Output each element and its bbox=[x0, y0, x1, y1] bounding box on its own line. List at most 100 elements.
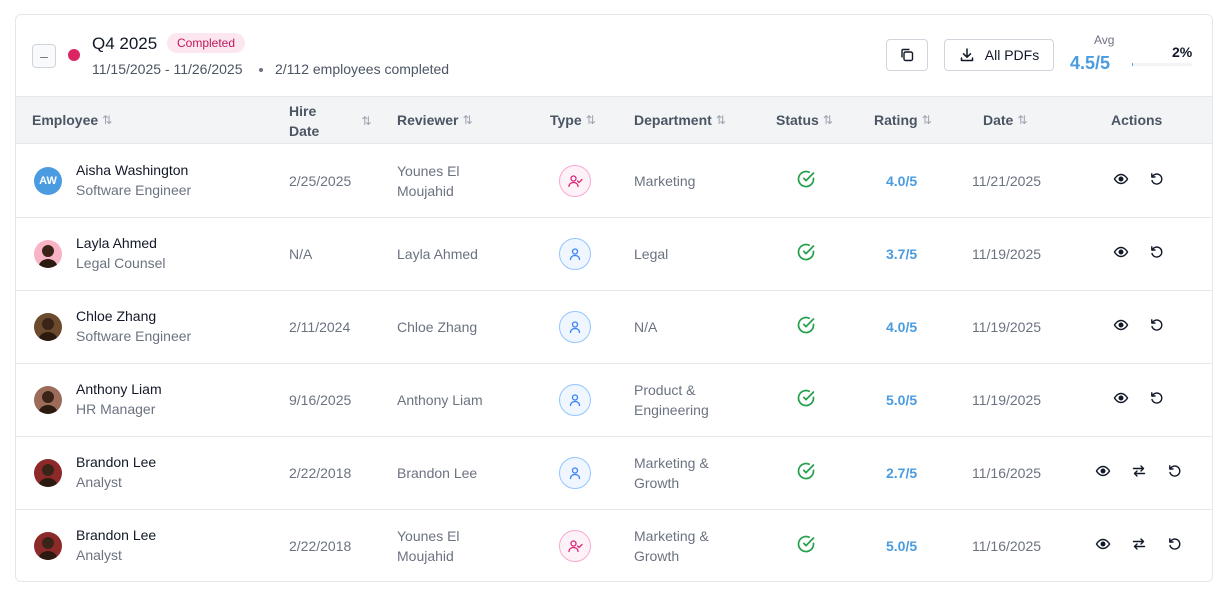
sort-icon: ⇅ bbox=[1017, 113, 1028, 127]
col-actions-header: Actions bbox=[1111, 112, 1162, 128]
rating-value: 2.7/5 bbox=[886, 465, 918, 481]
type-badge-self bbox=[559, 238, 591, 270]
reset-button[interactable] bbox=[1147, 317, 1167, 337]
type-badge-self bbox=[559, 457, 591, 489]
reset-icon bbox=[1149, 390, 1165, 411]
review-date: 11/19/2025 bbox=[972, 319, 1042, 335]
review-cycle-card: – Q4 2025 Completed 11/15/2025 - 11/26/2… bbox=[15, 14, 1213, 582]
completion-progress-fill bbox=[1132, 63, 1134, 66]
period-date-range: 11/15/2025 - 11/26/2025 bbox=[92, 61, 243, 77]
review-date: 11/16/2025 bbox=[972, 465, 1042, 481]
view-button[interactable] bbox=[1093, 536, 1113, 556]
user-check-icon bbox=[568, 175, 583, 188]
check-circle-icon bbox=[796, 242, 816, 267]
sort-icon: ⇅ bbox=[921, 113, 932, 127]
user-icon bbox=[569, 467, 581, 480]
avatar bbox=[34, 386, 62, 414]
reviewer: Younes El Moujahid bbox=[397, 161, 460, 201]
employee-name[interactable]: Brandon Lee bbox=[76, 454, 156, 470]
reviewer: Layla Ahmed bbox=[397, 244, 478, 264]
swap-button[interactable] bbox=[1129, 463, 1149, 483]
reviewer: Younes El Moujahid bbox=[397, 526, 460, 566]
col-hire-label: Hire bbox=[289, 103, 317, 119]
view-button[interactable] bbox=[1111, 171, 1131, 191]
col-date-header[interactable]: Date ⇅ bbox=[983, 112, 1027, 128]
reset-button[interactable] bbox=[1147, 390, 1167, 410]
employee-name[interactable]: Anthony Liam bbox=[76, 381, 162, 397]
col-rating-header[interactable]: Rating ⇅ bbox=[874, 112, 932, 128]
sort-icon: ⇅ bbox=[462, 113, 473, 127]
department-line-1: Marketing & bbox=[634, 455, 709, 471]
download-all-pdfs-button[interactable]: All PDFs bbox=[944, 39, 1054, 71]
employee-name[interactable]: Layla Ahmed bbox=[76, 235, 157, 251]
type-badge-manager bbox=[559, 530, 591, 562]
hire-date: 2/22/2018 bbox=[289, 465, 352, 481]
completion-progress-bar bbox=[1132, 63, 1192, 66]
department: Legal bbox=[634, 244, 668, 264]
view-button[interactable] bbox=[1111, 390, 1131, 410]
rating-value: 5.0/5 bbox=[886, 538, 918, 554]
hire-date: N/A bbox=[289, 246, 313, 262]
col-reviewer-header[interactable]: Reviewer ⇅ bbox=[397, 112, 473, 128]
col-status-header[interactable]: Status ⇅ bbox=[776, 112, 833, 128]
user-icon bbox=[569, 321, 581, 334]
employee-name[interactable]: Brandon Lee bbox=[76, 527, 156, 543]
col-status-label: Status bbox=[776, 112, 819, 128]
department-line-2: Growth bbox=[634, 475, 680, 491]
employees-completed-count: 2/112 employees completed bbox=[275, 61, 450, 77]
col-rating-label: Rating bbox=[874, 112, 918, 128]
view-icon bbox=[1113, 317, 1129, 338]
check-circle-icon bbox=[796, 461, 816, 486]
reviewer: Anthony Liam bbox=[397, 390, 483, 410]
rating-value: 4.0/5 bbox=[886, 319, 918, 335]
department-line-1: Product & bbox=[634, 382, 696, 398]
view-button[interactable] bbox=[1111, 317, 1131, 337]
employee-title: Software Engineer bbox=[76, 328, 192, 344]
reviewer-line-1: Anthony Liam bbox=[397, 392, 483, 408]
view-button[interactable] bbox=[1093, 463, 1113, 483]
col-type-label: Type bbox=[550, 112, 582, 128]
employee-name[interactable]: Chloe Zhang bbox=[76, 308, 156, 324]
reviewer: Chloe Zhang bbox=[397, 317, 477, 337]
user-icon bbox=[569, 248, 581, 261]
hire-date: 2/11/2024 bbox=[289, 319, 351, 335]
reviewer: Brandon Lee bbox=[397, 463, 477, 483]
check-circle-icon bbox=[796, 169, 816, 194]
department-line-1: N/A bbox=[634, 319, 658, 335]
reviewer-line-1: Younes El bbox=[397, 528, 460, 544]
sort-icon: ⇅ bbox=[102, 113, 113, 127]
rating-value: 3.7/5 bbox=[886, 246, 918, 262]
reviewer-line-2: Moujahid bbox=[397, 548, 454, 564]
col-hire-date-header[interactable]: Hire Date ⇅ bbox=[289, 101, 371, 141]
rating-value: 5.0/5 bbox=[886, 392, 918, 408]
reviewer-line-2: Moujahid bbox=[397, 183, 454, 199]
separator-dot bbox=[259, 68, 263, 72]
collapse-button[interactable]: – bbox=[32, 44, 56, 68]
col-department-header[interactable]: Department ⇅ bbox=[634, 112, 726, 128]
reset-button[interactable] bbox=[1165, 463, 1185, 483]
rating-value: 4.0/5 bbox=[886, 173, 918, 189]
employee-name[interactable]: Aisha Washington bbox=[76, 162, 188, 178]
review-date: 11/19/2025 bbox=[972, 392, 1042, 408]
reset-icon bbox=[1149, 171, 1165, 192]
reviewer-line-1: Chloe Zhang bbox=[397, 319, 478, 335]
hire-date: 9/16/2025 bbox=[289, 392, 352, 408]
reviewer-line-1: Layla Ahmed bbox=[397, 246, 478, 262]
view-icon bbox=[1095, 536, 1111, 557]
reset-button[interactable] bbox=[1147, 244, 1167, 264]
reset-icon bbox=[1149, 317, 1165, 338]
review-date: 11/16/2025 bbox=[972, 538, 1042, 554]
view-button[interactable] bbox=[1111, 244, 1131, 264]
col-type-header[interactable]: Type ⇅ bbox=[550, 112, 596, 128]
col-employee-header[interactable]: Employee ⇅ bbox=[32, 112, 112, 128]
employee-title: Legal Counsel bbox=[76, 255, 166, 271]
swap-button[interactable] bbox=[1129, 536, 1149, 556]
table-header: Employee ⇅ Hire Date ⇅ Reviewer ⇅ Type ⇅ De… bbox=[16, 96, 1212, 144]
swap-icon bbox=[1131, 536, 1147, 557]
user-check-icon bbox=[568, 540, 583, 553]
reviewer-line-1: Younes El bbox=[397, 163, 460, 179]
reset-button[interactable] bbox=[1147, 171, 1167, 191]
copy-button[interactable] bbox=[886, 39, 928, 71]
reset-button[interactable] bbox=[1165, 536, 1185, 556]
col-reviewer-label: Reviewer bbox=[397, 112, 459, 128]
